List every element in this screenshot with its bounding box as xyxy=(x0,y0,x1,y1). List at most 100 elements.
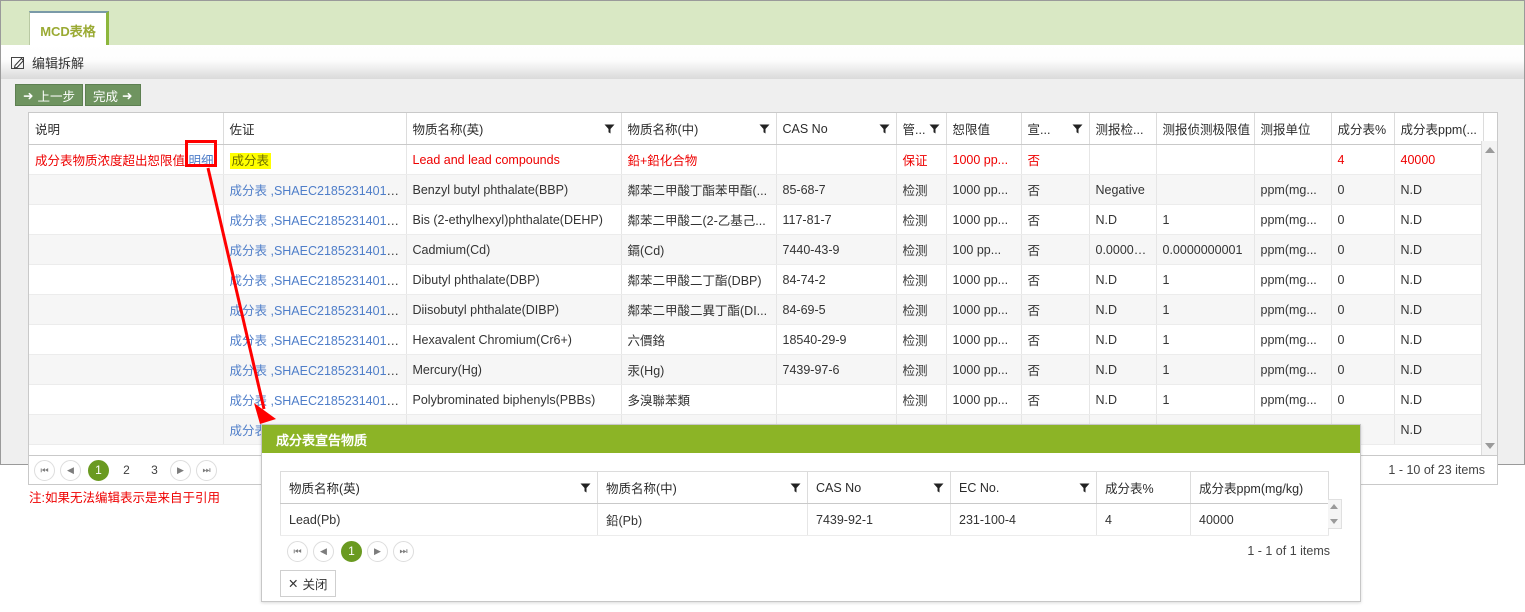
cell-description xyxy=(29,234,224,265)
cell-description xyxy=(29,354,224,385)
cell-name-en: Mercury(Hg) xyxy=(406,354,622,385)
col-header-threshold[interactable]: 恕限值 xyxy=(946,113,1022,145)
dialog-vertical-scrollbar[interactable] xyxy=(1328,499,1342,529)
col-header-name-cn[interactable]: 物质名称(中) xyxy=(621,113,777,145)
evidence-highlight[interactable]: 成分表 xyxy=(229,153,272,169)
pager-page-3[interactable]: 3 xyxy=(144,460,165,481)
app-root: MCD表格 编辑拆解 ➜ 上一步 完成 ➜ 说明 佐证 物质名称(英) 物质名称… xyxy=(0,0,1525,612)
tab-mcd-table[interactable]: MCD表格 xyxy=(29,11,109,47)
dialog-col-header-name-en[interactable]: 物质名称(英) xyxy=(280,471,598,504)
cell-declare: 否 xyxy=(1021,294,1090,325)
col-header-report-detection-limit[interactable]: 测报侦测极限值 xyxy=(1156,113,1255,145)
cell-cas: 7439-97-6 xyxy=(776,354,897,385)
pager-last-button[interactable]: ⏭ xyxy=(196,459,217,481)
dialog-col-header-bom-ppm[interactable]: 成分表ppm(mg/kg) xyxy=(1190,471,1329,504)
filter-icon[interactable] xyxy=(580,482,591,493)
close-button[interactable]: ✕ 关闭 xyxy=(280,570,336,597)
filter-icon[interactable] xyxy=(879,123,890,134)
table-row[interactable]: 成分表 ,SHAEC2185231401/... Benzyl butyl ph… xyxy=(29,174,1484,205)
col-header-report-test[interactable]: 测报检... xyxy=(1089,113,1157,145)
scroll-up-icon[interactable] xyxy=(1485,147,1495,153)
cell-name-en: Diisobutyl phthalate(DIBP) xyxy=(406,294,622,325)
cell-name-cn: 六價鉻 xyxy=(621,324,777,355)
cell-description xyxy=(29,174,224,205)
evidence-link[interactable]: 成分表 ,SHAEC2185231401/... xyxy=(230,364,401,378)
pager-first-button[interactable]: ⏮ xyxy=(34,459,55,481)
evidence-link[interactable]: 成分表 ,SHAEC2185231401/... xyxy=(230,274,401,288)
dialog-col-header-ec-no[interactable]: EC No. xyxy=(950,471,1097,504)
cell-declare: 否 xyxy=(1021,234,1090,265)
col-header-description[interactable]: 说明 xyxy=(29,113,224,145)
dialog-pager-first-button[interactable]: ⏮ xyxy=(287,540,308,562)
pager-page-1[interactable]: 1 xyxy=(88,459,109,481)
cell-evidence: 成分表 ,SHAEC2185231401/... xyxy=(223,264,407,295)
scroll-down-icon[interactable] xyxy=(1330,519,1338,524)
col-label: 物质名称(中) xyxy=(606,482,677,496)
edit-disassembly-action[interactable]: 编辑拆解 xyxy=(11,53,84,72)
scroll-down-icon[interactable] xyxy=(1485,443,1495,449)
col-header-bom-percent[interactable]: 成分表% xyxy=(1331,113,1395,145)
dialog-pager: ⏮ ◀ 1 ▶ ⏭ 1 - 1 of 1 items xyxy=(280,536,1342,566)
table-row[interactable]: 成分表 ,SHAEC2185231401/... Bis (2-ethylhex… xyxy=(29,204,1484,235)
pager-next-button[interactable]: ▶ xyxy=(170,459,191,481)
evidence-link[interactable]: 成分表 ,SHAEC2185231401/... xyxy=(230,184,401,198)
table-row[interactable]: 成分表 ,SHAEC2185231401/... Cadmium(Cd) 鎘(C… xyxy=(29,234,1484,265)
col-header-declare[interactable]: 宣... xyxy=(1021,113,1090,145)
table-row[interactable]: 成分表 ,SHAEC2185231401/... Diisobutyl phth… xyxy=(29,294,1484,325)
table-row[interactable]: 成分表 ,SHAEC2185231401/... Hexavalent Chro… xyxy=(29,324,1484,355)
filter-icon[interactable] xyxy=(790,482,801,493)
dialog-col-header-name-cn[interactable]: 物质名称(中) xyxy=(597,471,808,504)
previous-step-label: 上一步 xyxy=(37,89,75,104)
grid-vertical-scrollbar[interactable] xyxy=(1481,141,1497,455)
dialog-col-header-cas-no[interactable]: CAS No xyxy=(807,471,951,504)
cell-declare: 否 xyxy=(1021,174,1090,205)
filter-icon[interactable] xyxy=(929,123,940,134)
dialog-cell-bom-ppm: 40000 xyxy=(1190,503,1329,536)
evidence-link[interactable]: 成分表 ,SHAEC2185231401/... xyxy=(230,244,401,258)
evidence-link[interactable]: 成分表 ,SHAEC2185231401/... xyxy=(230,304,401,318)
table-row[interactable]: 成分表 ,SHAEC2185231401/... Polybrominated … xyxy=(29,384,1484,415)
dialog-body: 物质名称(英) 物质名称(中) CAS No EC No. 成分表% 成分表pp… xyxy=(262,453,1360,607)
cell-name-cn: 鎘(Cd) xyxy=(621,234,777,265)
col-header-evidence[interactable]: 佐证 xyxy=(223,113,407,145)
table-row[interactable]: 成分表 ,SHAEC2185231401/... Dibutyl phthala… xyxy=(29,264,1484,295)
cell-limit: 1000 pp... xyxy=(946,264,1022,295)
cell-report-limit: 1 xyxy=(1156,354,1255,385)
cell-name-en: Polybrominated biphenyls(PBBs) xyxy=(406,384,622,415)
finish-button[interactable]: 完成 ➜ xyxy=(85,84,141,106)
dialog-pager-next-button[interactable]: ▶ xyxy=(367,540,388,562)
col-header-control[interactable]: 管... xyxy=(896,113,947,145)
table-row[interactable]: 成分表 ,SHAEC2185231401/... Mercury(Hg) 汞(H… xyxy=(29,354,1484,385)
cell-cas: 85-68-7 xyxy=(776,174,897,205)
col-header-cas-no[interactable]: CAS No xyxy=(776,113,897,145)
dialog-col-header-bom-percent[interactable]: 成分表% xyxy=(1096,471,1191,504)
col-label: 测报检... xyxy=(1095,123,1144,137)
cell-bom-pct: 0 xyxy=(1331,234,1395,265)
filter-icon[interactable] xyxy=(759,123,770,134)
pager-page-2[interactable]: 2 xyxy=(116,460,137,481)
evidence-link[interactable]: 成分表 ,SHAEC2185231401/... xyxy=(230,334,401,348)
evidence-link[interactable]: 成分表 ,SHAEC2185231401/... xyxy=(230,394,401,408)
filter-icon[interactable] xyxy=(1079,482,1090,493)
table-row[interactable]: Lead(Pb) 鉛(Pb) 7439-92-1 231-100-4 4 400… xyxy=(280,503,1329,536)
dialog-cell-name-en: Lead(Pb) xyxy=(280,503,598,536)
previous-step-button[interactable]: ➜ 上一步 xyxy=(15,84,83,106)
col-header-bom-ppm[interactable]: 成分表ppm(... xyxy=(1394,113,1484,145)
table-row[interactable]: 成分表物质浓度超出恕限值 明细 成分表 Lead and lead compou… xyxy=(29,144,1484,175)
dialog-pager-prev-button[interactable]: ◀ xyxy=(313,540,334,562)
cell-control: 检测 xyxy=(896,264,947,295)
dialog-title: 成分表宣告物质 xyxy=(276,432,368,448)
col-header-report-unit[interactable]: 测报单位 xyxy=(1254,113,1332,145)
pager-prev-button[interactable]: ◀ xyxy=(60,459,81,481)
col-header-name-en[interactable]: 物质名称(英) xyxy=(406,113,622,145)
dialog-pager-page-1[interactable]: 1 xyxy=(341,540,362,562)
evidence-link[interactable]: 成分表 ,SHAEC2185231401/... xyxy=(230,214,401,228)
scroll-up-icon[interactable] xyxy=(1330,504,1338,509)
detail-link[interactable]: 明细 xyxy=(189,154,214,168)
filter-icon[interactable] xyxy=(604,123,615,134)
filter-icon[interactable] xyxy=(933,482,944,493)
dialog-pager-last-button[interactable]: ⏭ xyxy=(393,540,414,562)
filter-icon[interactable] xyxy=(1072,123,1083,134)
cell-limit: 1000 pp... xyxy=(946,384,1022,415)
col-label: 宣... xyxy=(1027,123,1051,137)
